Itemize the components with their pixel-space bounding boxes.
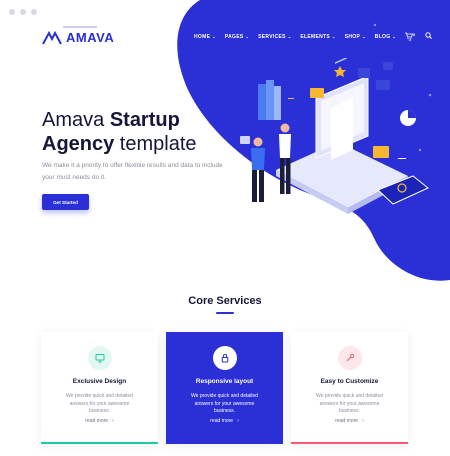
service-card-exclusive-design[interactable]: Exclusive Design We provide quick and de… [41, 332, 158, 444]
card-text: We provide quick and detailed answers fo… [316, 393, 383, 414]
window-dot [20, 9, 26, 15]
nav-pages[interactable]: PAGES ⌄ [225, 34, 249, 40]
window-dot [31, 9, 37, 15]
card-title: Exclusive Design [72, 378, 127, 385]
nav-shop[interactable]: SHOP ⌄ [345, 34, 366, 40]
hero-illustration [240, 58, 429, 214]
logo-icon [42, 30, 62, 44]
read-more-label: read more [85, 418, 109, 424]
nav-elements[interactable]: ELEMENTS ⌄ [300, 34, 335, 40]
read-more-label: read more [210, 418, 234, 424]
card-accent-bar [291, 442, 408, 444]
nav-label: HOME [194, 33, 211, 40]
wrench-icon [337, 346, 362, 370]
hero-title-bold: Startup [109, 109, 180, 131]
get-started-button[interactable]: Get Started [42, 194, 89, 210]
logo[interactable]: AMAVA [42, 30, 114, 45]
search-icon[interactable] [424, 32, 432, 41]
services-cards: Exclusive Design We provide quick and de… [41, 332, 408, 444]
chevron-down-icon: ⌄ [212, 34, 216, 39]
nav-label: SERVICES [258, 33, 286, 40]
read-more-link[interactable]: read more › [291, 418, 408, 424]
hero-title: Amava Startup Agency template [42, 108, 232, 156]
card-title: Easy to Customize [320, 378, 379, 385]
monitor-icon [87, 346, 112, 370]
nav-blog[interactable]: BLOG ⌄ [375, 34, 396, 40]
card-title: Responsive layout [195, 378, 254, 385]
hero-title-part: template [114, 133, 197, 155]
read-more-link[interactable]: read more › [166, 418, 283, 424]
service-card-easy-to-customize[interactable]: Easy to Customize We provide quick and d… [291, 332, 408, 444]
hero-description: We make it a priority to offer flexible … [42, 162, 223, 181]
nav-home[interactable]: HOME ⌄ [194, 34, 216, 40]
lock-icon [212, 346, 237, 370]
read-more-label: read more [335, 418, 359, 424]
service-card-responsive-layout[interactable]: Responsive layout We provide quick and d… [166, 332, 283, 444]
arrow-right-icon: › [112, 418, 114, 424]
wrench-icon-glyph [346, 353, 354, 362]
read-more-link[interactable]: read more › [41, 418, 158, 424]
card-text: We provide quick and detailed answers fo… [191, 393, 258, 414]
arrow-right-icon: › [237, 418, 239, 424]
logo-tagline-line [63, 26, 97, 28]
card-text: We provide quick and detailed answers fo… [66, 393, 133, 414]
section-title: Core Services [188, 295, 262, 307]
chevron-down-icon: ⌄ [332, 34, 336, 39]
nav-label: PAGES [224, 33, 244, 40]
nav-label: BLOG [374, 33, 391, 40]
lock-icon-glyph [221, 353, 228, 363]
section-underline [216, 312, 234, 314]
nav-services[interactable]: SERVICES ⌄ [258, 34, 291, 40]
hero-title-bold: Agency [42, 133, 115, 155]
page: AMAVA HOME ⌄ PAGES ⌄ SERVICES ⌄ ELEMENTS ⌄ S… [0, 0, 450, 456]
arrow-right-icon: › [362, 418, 364, 424]
cart-icon[interactable] [405, 32, 414, 41]
window-dots [9, 9, 37, 15]
logo-text: AMAVA [66, 30, 115, 45]
chevron-down-icon: ⌄ [245, 34, 250, 39]
chevron-down-icon: ⌄ [362, 34, 366, 39]
chevron-down-icon: ⌄ [287, 34, 292, 39]
nav-label: ELEMENTS [300, 33, 331, 40]
hero-title-part: Amava [42, 109, 110, 131]
search-icon-glyph [424, 32, 432, 39]
chevron-down-icon: ⌄ [392, 34, 397, 39]
window-dot [9, 9, 15, 15]
cart-icon-glyph [405, 32, 414, 39]
cart-count: 0 [413, 31, 416, 37]
nav-label: SHOP [344, 33, 361, 40]
main-nav: HOME ⌄ PAGES ⌄ SERVICES ⌄ ELEMENTS ⌄ SHOP ⌄ B… [194, 32, 432, 41]
card-accent-bar [41, 442, 158, 444]
monitor-icon-glyph [95, 354, 104, 363]
